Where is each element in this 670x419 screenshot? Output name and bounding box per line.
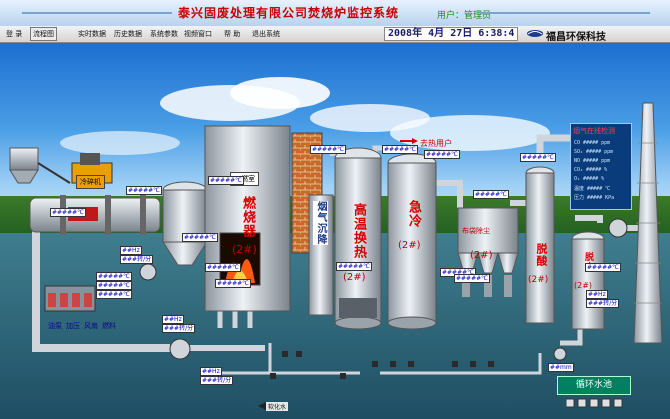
reagent-label-3: 燃料 bbox=[102, 322, 116, 330]
reagent-label-0: 油泵 bbox=[48, 322, 62, 330]
menu-flowchart[interactable]: 流程图 bbox=[30, 27, 57, 41]
menu-login[interactable]: 登 录 bbox=[4, 28, 24, 40]
to-user-label: 去热用户 bbox=[420, 139, 452, 148]
title-decor-right bbox=[480, 12, 650, 14]
valve-symbols bbox=[270, 351, 494, 379]
title-bar: 泰兴固废处理有限公司焚烧炉监控系统 用户：管理员 bbox=[0, 0, 670, 26]
heat-exchanger-label: 高温换热 bbox=[351, 203, 366, 259]
reading-fan-rpm: ###转/分 bbox=[120, 255, 154, 264]
incinerator-label: 燃烧器 bbox=[240, 196, 255, 238]
gas-row-4: O₂ ##### % bbox=[574, 176, 605, 182]
reagent-label-2: 风扇 bbox=[84, 322, 98, 330]
menu-help[interactable]: 帮 助 bbox=[222, 28, 242, 40]
menu-video[interactable]: 视频窗口 bbox=[182, 28, 214, 40]
reading-duct-temp: #####℃ bbox=[310, 145, 346, 154]
id-fan bbox=[608, 218, 628, 238]
user-label: 用户：管理员 bbox=[437, 11, 492, 21]
reagent-label-1: 加压 bbox=[66, 322, 80, 330]
reading-stack-rpm: ###转/分 bbox=[586, 299, 620, 308]
scada-screen: 泰兴固废处理有限公司焚烧炉监控系统 用户：管理员 登 录 流程图 实时数据 历史… bbox=[0, 0, 670, 419]
reading-feed-hz: ##Hz bbox=[162, 315, 184, 324]
quench-number: (2#) bbox=[398, 240, 421, 251]
gas-monitor-title: 烟气在线检测 bbox=[573, 127, 615, 135]
bag-filter-label: 布袋除尘 bbox=[462, 227, 490, 235]
reading-fan-hz: ##Hz bbox=[120, 246, 142, 255]
quench-label: 急冷 bbox=[406, 200, 421, 228]
gas-row-6: 压力 ##### KPa bbox=[574, 195, 615, 201]
softwater-label: 软化水 bbox=[266, 402, 289, 411]
gas-row-1: SO₂ ##### ppm bbox=[574, 149, 614, 155]
second-chamber-cyclone bbox=[162, 181, 208, 266]
menu-history[interactable]: 历史数据 bbox=[112, 28, 144, 40]
brand-name: 福昌环保科技 bbox=[546, 32, 606, 43]
reagent-skid bbox=[44, 285, 96, 312]
menu-realtime[interactable]: 实时数据 bbox=[76, 28, 108, 40]
menu-params[interactable]: 系统参数 bbox=[148, 28, 180, 40]
title-decor-left bbox=[22, 12, 172, 14]
desulfur-number: (2#) bbox=[574, 281, 593, 290]
exhaust-stack bbox=[633, 102, 663, 344]
reading-quench-temp: #####℃ bbox=[424, 150, 460, 159]
reading-chamber-temp: #####℃ bbox=[208, 176, 244, 185]
reading-reagent-3: #####℃ bbox=[96, 290, 132, 299]
circulation-pool[interactable]: 循环水池 bbox=[557, 376, 631, 395]
gas-row-0: CO ##### ppm bbox=[574, 140, 611, 146]
reading-fire-temp-2: #####℃ bbox=[215, 279, 251, 288]
reading-feed-temp: #####℃ bbox=[50, 208, 86, 217]
reading-blower-rpm: ###转/分 bbox=[200, 376, 234, 385]
reading-hx-out-temp: #####℃ bbox=[382, 145, 418, 154]
air-blower bbox=[169, 338, 191, 360]
reading-filter-temp: #####℃ bbox=[473, 190, 509, 199]
reading-blower-hz: ##Hz bbox=[200, 367, 222, 376]
reading-reagent-2: #####℃ bbox=[96, 281, 132, 290]
gas-row-3: CO₂ ##### % bbox=[574, 167, 608, 173]
heat-exchanger-number: (2#) bbox=[343, 272, 366, 283]
gas-monitor-panel: 烟气在线检测 CO ##### ppm SO₂ ##### ppm NO ###… bbox=[570, 123, 632, 210]
datetime-display: 2008年 4月 27日 6:38:4 bbox=[384, 27, 519, 41]
reading-fire-temp: #####℃ bbox=[205, 263, 241, 272]
deacid-label: 脱酸 bbox=[535, 243, 548, 267]
reading-pool-level: ##mm bbox=[548, 363, 574, 372]
deacid-number: (2#) bbox=[528, 275, 549, 285]
reading-feed-rpm: ###转/分 bbox=[162, 324, 196, 333]
pool-controls[interactable] bbox=[566, 398, 626, 408]
reading-hx-bottom: #####℃ bbox=[336, 262, 372, 271]
gas-row-5: 温度 ##### ℃ bbox=[574, 186, 611, 192]
app-title: 泰兴固废处理有限公司焚烧炉监控系统 bbox=[178, 6, 400, 20]
crusher-label: 冷碎机 bbox=[76, 175, 105, 189]
reading-reagent-1: #####℃ bbox=[96, 272, 132, 281]
reading-funnel-temp: #####℃ bbox=[182, 233, 218, 242]
reading-deacid-temp: #####℃ bbox=[520, 153, 556, 162]
menu-exit[interactable]: 退出系统 bbox=[250, 28, 282, 40]
bag-filter-number: (2#) bbox=[470, 250, 493, 261]
reading-stack-temp: #####℃ bbox=[585, 263, 621, 272]
settling-label: 烟气沉降 bbox=[313, 201, 328, 245]
softwater-arrow-icon bbox=[258, 402, 266, 410]
reading-quench-bottom-2: #####℃ bbox=[454, 274, 490, 283]
reading-kiln-temp: #####℃ bbox=[126, 186, 162, 195]
reading-stack-hz: ##Hz bbox=[586, 290, 608, 299]
gas-row-2: NO ##### ppm bbox=[574, 158, 611, 164]
feed-fan bbox=[139, 263, 157, 281]
brand-logo-icon bbox=[527, 30, 543, 37]
incinerator-number: (2#) bbox=[232, 243, 257, 256]
pool-pump bbox=[553, 347, 567, 361]
menu-bar: 登 录 流程图 实时数据 历史数据 系统参数 视频窗口 帮 助 退出系统 200… bbox=[0, 26, 670, 43]
